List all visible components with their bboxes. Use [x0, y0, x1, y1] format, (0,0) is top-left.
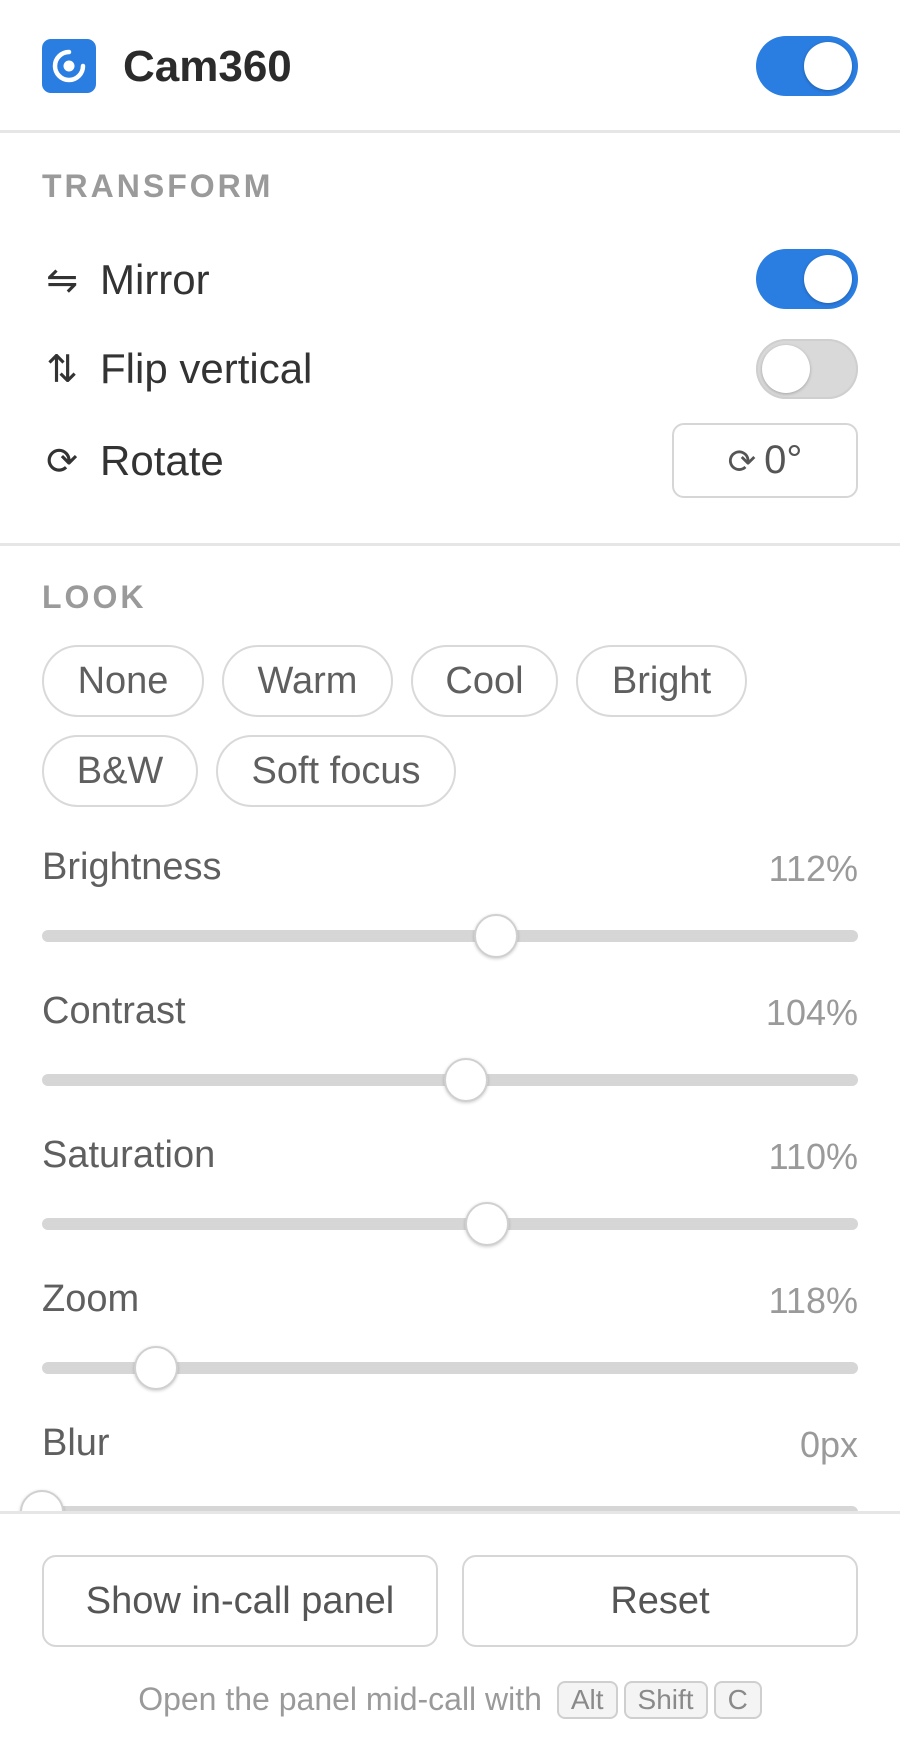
- slider-thumb[interactable]: [444, 1058, 489, 1102]
- slider-thumb[interactable]: [20, 1490, 64, 1511]
- slider-value: 0px: [799, 1424, 858, 1465]
- master-enable-toggle[interactable]: [756, 36, 858, 96]
- header: Cam360: [0, 0, 900, 133]
- slider-value: 112%: [768, 848, 858, 889]
- section-title-look: LOOK: [42, 579, 147, 615]
- slider-track[interactable]: [42, 914, 858, 958]
- slider-label: Brightness: [42, 846, 222, 888]
- mirror-label: Mirror: [100, 256, 210, 303]
- preset-chip-soft-focus[interactable]: Soft focus: [216, 735, 456, 807]
- shortcut-hint: Open the panel mid-call with Alt Shift C: [0, 1677, 900, 1721]
- slider-value: 110%: [768, 1136, 858, 1177]
- slider-label: Saturation: [42, 1134, 216, 1176]
- shortcut-hint-text: Open the panel mid-call with: [138, 1681, 542, 1717]
- rotate-button[interactable]: ⟳ 0°: [672, 423, 858, 498]
- rotate-clockwise-icon: ⟳: [727, 442, 757, 482]
- rotate-clockwise-icon: ⟳: [46, 439, 78, 483]
- toggle-knob: [804, 42, 852, 90]
- slider-value: 104%: [765, 992, 858, 1033]
- slider-track[interactable]: [42, 1202, 858, 1246]
- preset-chip-none[interactable]: None: [42, 645, 204, 717]
- key-alt: Alt: [556, 1680, 618, 1719]
- camera-lens-icon: [42, 39, 96, 93]
- slider-label: Contrast: [42, 990, 186, 1032]
- slider-track[interactable]: [42, 1346, 858, 1390]
- app-title: Cam360: [123, 42, 292, 91]
- slider-thumb[interactable]: [473, 914, 518, 958]
- toggle-knob: [762, 345, 810, 393]
- toggle-knob: [804, 255, 852, 303]
- preset-chip-warm[interactable]: Warm: [222, 645, 393, 717]
- show-in-call-panel-button[interactable]: Show in-call panel: [42, 1555, 438, 1647]
- preset-chip-cool[interactable]: Cool: [411, 645, 558, 717]
- cam360-settings-panel: Cam360 TRANSFORM ⇋ Mirror ⇅ Flip vertica…: [0, 0, 900, 1755]
- slider-label: Zoom: [42, 1280, 140, 1320]
- slider-thumb[interactable]: [134, 1346, 179, 1390]
- flip-vertical-toggle[interactable]: [756, 339, 858, 399]
- rotate-label: Rotate: [100, 437, 224, 484]
- slider-value: 118%: [768, 1280, 858, 1321]
- mirror-toggle[interactable]: [756, 249, 858, 309]
- preset-chip-bw[interactable]: B&W: [42, 735, 198, 807]
- flip-vertical-arrows-icon: ⇅: [46, 347, 78, 391]
- key-c: C: [713, 1680, 762, 1719]
- slider-track[interactable]: [42, 1058, 858, 1102]
- mirror-arrows-icon: ⇋: [46, 258, 78, 302]
- key-shift: Shift: [623, 1680, 708, 1719]
- footer: Show in-call panel Reset Open the panel …: [0, 1511, 900, 1755]
- slider-label: Blur: [42, 1422, 110, 1464]
- section-title-transform: TRANSFORM: [42, 168, 274, 204]
- preset-chip-bright[interactable]: Bright: [576, 645, 747, 717]
- flip-vertical-label: Flip vertical: [100, 345, 313, 392]
- scroll-area-clip: Zoom 118% Blur 0px: [0, 1280, 900, 1511]
- rotate-value: 0°: [764, 438, 803, 482]
- reset-button[interactable]: Reset: [462, 1555, 858, 1647]
- slider-thumb[interactable]: [464, 1202, 509, 1246]
- section-divider: [0, 543, 900, 546]
